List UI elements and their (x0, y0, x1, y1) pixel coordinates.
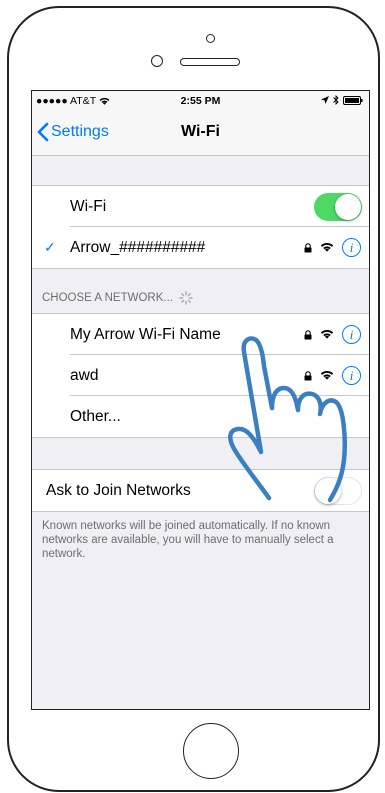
navigation-bar: Settings Wi-Fi (32, 111, 369, 156)
front-camera (206, 34, 215, 43)
choose-network-header: CHOOSE A NETWORK... (42, 292, 173, 304)
ask-to-join-toggle[interactable] (314, 476, 362, 505)
network-row[interactable]: My Arrow Wi-Fi Name i (32, 314, 369, 355)
location-arrow-icon (321, 96, 329, 104)
wifi-section: Wi-Fi ✓ Arrow_########## i (32, 185, 369, 269)
info-icon[interactable]: i (342, 325, 361, 344)
connected-network-name: Arrow_########## (70, 238, 206, 256)
battery-icon (343, 95, 363, 105)
ask-to-join-label: Ask to Join Networks (46, 481, 191, 499)
wifi-icon (320, 242, 334, 252)
lock-icon (304, 370, 312, 380)
network-icons: i (304, 238, 361, 257)
spinner-icon (179, 291, 193, 305)
page-title: Wi-Fi (181, 123, 220, 140)
lock-icon (304, 329, 312, 339)
wifi-icon (320, 370, 334, 380)
info-icon[interactable]: i (342, 238, 361, 257)
status-bar: ●●●●● AT&T 2:55 PM (32, 91, 369, 111)
connected-network-row[interactable]: ✓ Arrow_########## i (32, 227, 369, 268)
other-network-label: Other... (70, 407, 121, 425)
home-button[interactable] (183, 723, 239, 779)
ask-to-join-row: Ask to Join Networks (32, 470, 369, 511)
wifi-toggle-row: Wi-Fi (32, 186, 369, 227)
network-icons: i (304, 325, 361, 344)
other-network-row[interactable]: Other... (32, 396, 369, 437)
clock: 2:55 PM (180, 95, 221, 107)
network-row[interactable]: awd i (32, 355, 369, 396)
info-icon[interactable]: i (342, 366, 361, 385)
proximity-sensor (151, 55, 163, 67)
toggle-knob (335, 193, 361, 220)
earpiece-speaker (180, 58, 240, 66)
ask-to-join-section: Ask to Join Networks (32, 469, 369, 512)
network-name: awd (70, 366, 99, 384)
wifi-toggle[interactable] (314, 192, 362, 221)
lock-icon (304, 242, 312, 252)
checkmark-icon: ✓ (44, 239, 56, 255)
ask-to-join-footer: Known networks will be joined automatica… (42, 520, 334, 560)
screen: ●●●●● AT&T 2:55 PM Settings Wi-Fi Wi-Fi … (31, 90, 370, 710)
wifi-toggle-label: Wi-Fi (70, 197, 107, 215)
wifi-icon (320, 329, 334, 339)
networks-section: My Arrow Wi-Fi Name i awd i Other... (32, 313, 369, 438)
section-header: CHOOSE A NETWORK... (42, 291, 193, 305)
network-name: My Arrow Wi-Fi Name (70, 325, 221, 343)
status-right (321, 95, 363, 105)
bluetooth-icon (333, 95, 339, 105)
network-icons: i (304, 366, 361, 385)
toggle-knob (315, 477, 341, 504)
